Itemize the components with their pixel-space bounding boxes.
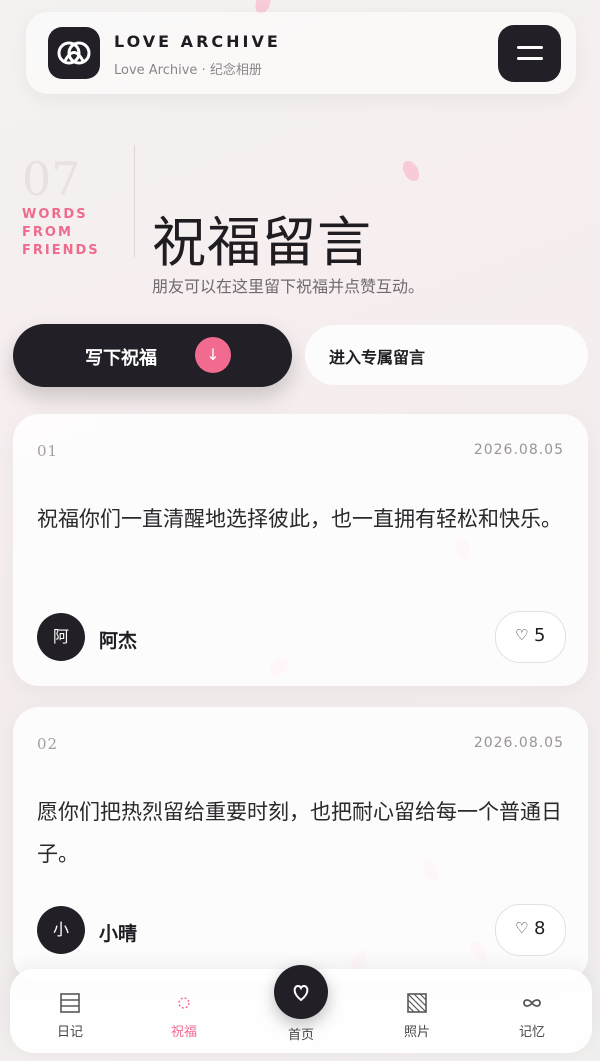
like-count: 5: [534, 625, 546, 646]
heart-outline-icon: ♡: [515, 919, 529, 937]
write-blessing-label: 写下祝福: [85, 348, 157, 369]
tab-photo[interactable]: 照片: [367, 969, 467, 1053]
brand-subtitle: Love Archive · 纪念相册: [114, 63, 262, 78]
message-date: 2026.08.05: [473, 442, 564, 458]
tab-home[interactable]: 首页: [251, 965, 351, 1053]
petal-decoration: [399, 157, 423, 185]
blessing-icon: [178, 997, 190, 1009]
tab-label: 记忆: [518, 1025, 545, 1040]
photo-icon: [407, 993, 427, 1013]
message-date: 2026.08.05: [473, 735, 564, 751]
diary-icon: [60, 993, 80, 1013]
tab-label: 照片: [403, 1025, 430, 1040]
message-card: 02 2026.08.05 愿你们把热烈留给重要时刻，也把耐心留给每一个普通日子…: [13, 707, 588, 982]
tab-label: 日记: [56, 1025, 83, 1040]
heart-icon: [293, 984, 309, 1002]
author-name: 阿杰: [99, 630, 138, 652]
avatar: 阿: [37, 613, 85, 661]
bottom-tab-bar: 日记 祝福 首页 照片 记忆: [10, 965, 592, 1053]
message-index: 01: [37, 442, 59, 460]
tab-label: 祝福: [170, 1025, 197, 1040]
logo-icon[interactable]: [48, 27, 100, 79]
brand-title: LOVE ARCHIVE: [114, 32, 281, 51]
avatar: 小: [37, 906, 85, 954]
tab-diary[interactable]: 日记: [20, 969, 120, 1053]
home-button[interactable]: [274, 965, 328, 1019]
divider: [134, 145, 135, 257]
like-button[interactable]: ♡ 8: [495, 904, 566, 956]
infinity-icon: [523, 999, 541, 1007]
menu-button[interactable]: [498, 25, 561, 82]
heart-outline-icon: ♡: [515, 626, 529, 644]
section-tag: WORDS FROM FRIENDS: [22, 206, 112, 260]
tab-memory[interactable]: 记忆: [482, 969, 582, 1053]
exclusive-message-label: 进入专属留言: [329, 348, 426, 367]
author-name: 小晴: [99, 923, 138, 945]
section-number: 07: [22, 152, 81, 206]
message-card: 01 2026.08.05 祝福你们一直清醒地选择彼此，也一直拥有轻松和快乐。 …: [13, 414, 588, 686]
menu-icon: [517, 46, 543, 49]
section-tag-line: FROM: [22, 225, 73, 240]
arrow-down-icon: ↓: [195, 337, 231, 373]
page-title: 祝福留言: [152, 211, 372, 274]
like-button[interactable]: ♡ 5: [495, 611, 566, 663]
section-tag-line: WORDS: [22, 207, 88, 222]
write-blessing-button[interactable]: 写下祝福 ↓: [13, 324, 292, 387]
message-text: 愿你们把热烈留给重要时刻，也把耐心留给每一个普通日子。: [37, 800, 562, 866]
like-count: 8: [534, 918, 546, 939]
tab-label: 首页: [287, 1028, 314, 1043]
message-index: 02: [37, 735, 59, 753]
menu-icon: [517, 57, 543, 60]
message-text: 祝福你们一直清醒地选择彼此，也一直拥有轻松和快乐。: [37, 507, 562, 531]
app-header: LOVE ARCHIVE Love Archive · 纪念相册: [26, 12, 576, 94]
tab-blessing[interactable]: 祝福: [134, 969, 234, 1053]
exclusive-message-button[interactable]: 进入专属留言: [305, 325, 588, 385]
section-tag-line: FRIENDS: [22, 243, 100, 258]
page-subtitle: 朋友可以在这里留下祝福并点赞互动。: [152, 277, 425, 296]
